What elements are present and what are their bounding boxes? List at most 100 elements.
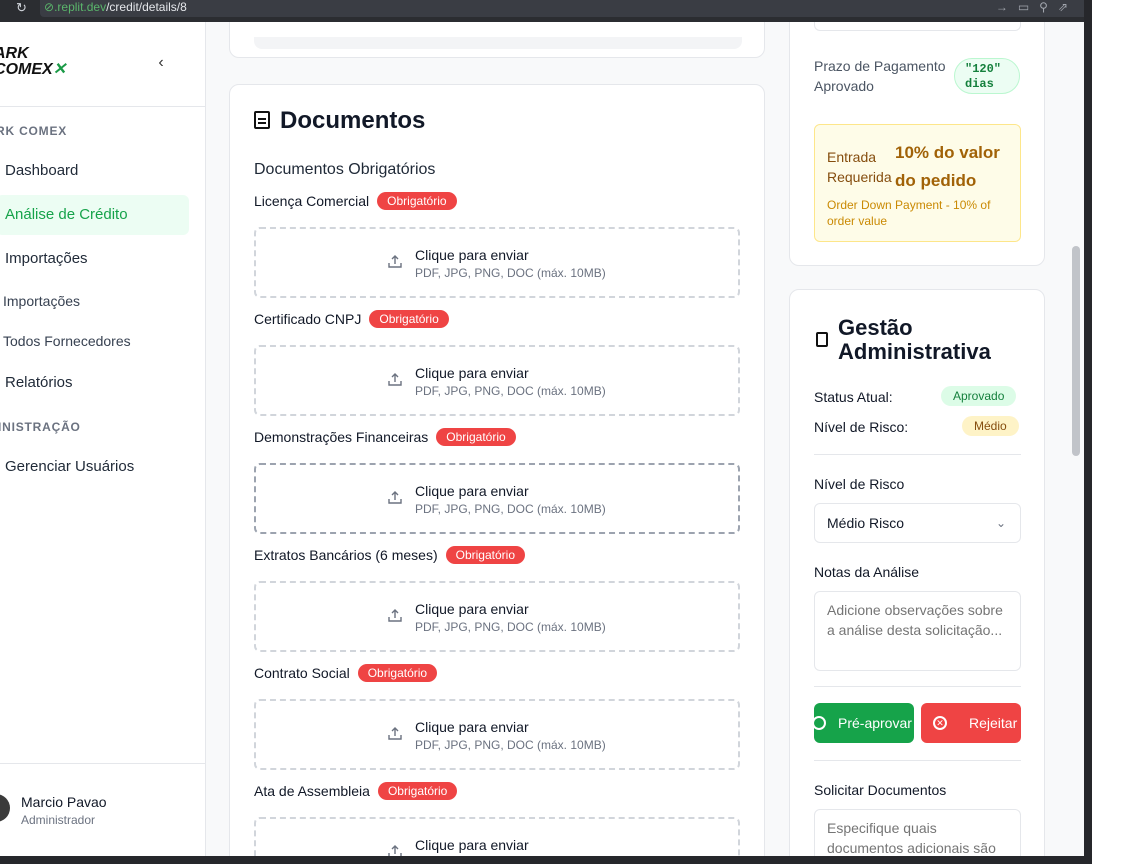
admin-section-label: INISTRAÇÃO xyxy=(0,420,81,434)
upload-dropzone[interactable]: Clique para enviar PDF, JPG, PNG, DOC (m… xyxy=(254,581,740,652)
risk-select-label: Nível de Risco xyxy=(814,476,905,492)
scrollbar-thumb[interactable] xyxy=(1072,246,1080,456)
app-root: ARK COMEX✕ ‹ RK COMEX Dashboard Análise … xyxy=(0,22,1084,856)
admin-title: Gestão Administrativa xyxy=(838,315,991,364)
required-badge: Obrigatório xyxy=(377,782,458,800)
upload-dropzone[interactable]: Clique para enviar PDF, JPG, PNG, DOC (m… xyxy=(254,817,740,856)
documents-title: Documentos xyxy=(254,107,425,135)
risk-level-select[interactable]: Médio Risco ⌄ xyxy=(814,503,1021,543)
card-field-stub xyxy=(814,22,1021,31)
upload-main-text: Clique para enviar xyxy=(415,837,529,853)
link-icon: ⊘ xyxy=(44,0,55,14)
document-label: Demonstrações Financeiras Obrigatório xyxy=(254,428,516,446)
upload-main-text: Clique para enviar xyxy=(415,483,529,499)
upload-icon xyxy=(388,609,402,622)
browser-action-icons[interactable]: →▭⚲⇗ xyxy=(996,0,1078,14)
admin-management-card: Gestão Administrativa Status Atual: Apro… xyxy=(789,289,1045,856)
logo: ARK COMEX✕ xyxy=(0,45,67,82)
document-label: Contrato Social Obrigatório xyxy=(254,664,438,682)
previous-card xyxy=(229,22,765,58)
nav-section-label: RK COMEX xyxy=(0,124,68,138)
status-label: Status Atual: xyxy=(814,389,893,405)
window-edge xyxy=(0,856,1092,864)
sidebar-item-imports[interactable]: Importações xyxy=(0,239,189,279)
avatar[interactable] xyxy=(0,794,10,822)
reload-icon[interactable]: ↻ xyxy=(16,0,27,16)
upload-icon xyxy=(388,845,402,856)
sidebar-subitem-imports[interactable]: Importações xyxy=(0,281,187,321)
url-path: /credit/details/8 xyxy=(106,0,187,14)
reject-button[interactable]: ✕ Rejeitar xyxy=(921,703,1021,743)
documents-card: Documentos Documentos Obrigatórios Licen… xyxy=(229,84,765,856)
credit-summary-card: Prazo de Pagamento Aprovado "120" dias E… xyxy=(789,22,1045,266)
notes-label: Notas da Análise xyxy=(814,564,920,580)
upload-icon xyxy=(388,255,402,268)
upload-icon xyxy=(388,491,402,504)
logo-line-2: COMEX✕ xyxy=(0,61,67,78)
required-badge: Obrigatório xyxy=(445,546,525,564)
upload-dropzone[interactable]: Clique para enviar PDF, JPG, PNG, DOC (m… xyxy=(254,227,740,298)
risk-level-label: Nível de Risco: xyxy=(814,419,909,435)
upload-icon xyxy=(388,373,402,386)
divider xyxy=(814,760,1021,761)
required-badge: Obrigatório xyxy=(377,192,457,210)
check-circle-icon xyxy=(814,716,826,730)
browser-toolbar: ↻ ⊘.replit.dev/credit/details/8 →▭⚲⇗ xyxy=(0,0,1092,22)
upload-hint-text: PDF, JPG, PNG, DOC (máx. 10MB) xyxy=(415,502,606,516)
risk-badge: Médio xyxy=(962,416,1019,436)
card-inner-panel xyxy=(254,37,742,49)
upload-main-text: Clique para enviar xyxy=(415,719,529,735)
x-circle-icon: ✕ xyxy=(933,716,947,730)
user-role: Administrador xyxy=(21,813,96,827)
risk-select-value: Médio Risco xyxy=(827,515,905,531)
request-docs-textarea[interactable] xyxy=(814,809,1021,856)
pre-approve-label: Pré-aprovar xyxy=(838,715,912,731)
document-label: Certificado CNPJ Obrigatório xyxy=(254,310,449,328)
sidebar-item-reports[interactable]: Relatórios xyxy=(0,363,189,403)
documents-subtitle: Documentos Obrigatórios xyxy=(254,161,436,178)
chevron-down-icon: ⌄ xyxy=(995,516,1006,530)
divider xyxy=(0,763,206,764)
upload-dropzone[interactable]: Clique para enviar PDF, JPG, PNG, DOC (m… xyxy=(254,463,740,534)
upload-main-text: Clique para enviar xyxy=(415,601,529,617)
sidebar-item-manage-users[interactable]: Gerenciar Usuários xyxy=(0,447,189,487)
down-payment-label: Entrada Requerida xyxy=(827,149,892,185)
required-badge: Obrigatório xyxy=(436,428,516,446)
document-icon xyxy=(816,332,828,347)
required-badge: Obrigatório xyxy=(357,664,438,682)
document-label: Licença Comercial Obrigatório xyxy=(254,192,457,210)
sidebar-subitem-suppliers[interactable]: Todos Fornecedores xyxy=(0,321,187,361)
divider xyxy=(814,454,1021,455)
upload-main-text: Clique para enviar xyxy=(415,365,529,381)
payment-term-badge: "120" dias xyxy=(954,58,1020,94)
upload-icon xyxy=(388,727,402,740)
down-payment-note: Order Down Payment - 10% of order value xyxy=(827,198,991,228)
sidebar: ARK COMEX✕ ‹ RK COMEX Dashboard Análise … xyxy=(0,22,206,856)
upload-hint-text: PDF, JPG, PNG, DOC (máx. 10MB) xyxy=(415,620,606,634)
pre-approve-button[interactable]: Pré-aprovar xyxy=(814,703,914,743)
sidebar-item-dashboard[interactable]: Dashboard xyxy=(0,151,189,191)
logo-line-1: ARK xyxy=(0,45,29,62)
document-icon xyxy=(254,111,270,129)
document-label: Extratos Bancários (6 meses) Obrigatório xyxy=(254,546,525,564)
address-bar[interactable]: ⊘.replit.dev/credit/details/8 xyxy=(40,0,1088,17)
sidebar-item-credit-analysis[interactable]: Análise de Crédito xyxy=(0,195,189,235)
upload-main-text: Clique para enviar xyxy=(415,247,529,263)
down-payment-value: 10% do valor do pedido xyxy=(895,143,1000,190)
url-host: .replit.dev xyxy=(54,0,107,14)
required-badge: Obrigatório xyxy=(369,310,449,328)
reject-label: Rejeitar xyxy=(969,715,1018,731)
upload-dropzone[interactable]: Clique para enviar PDF, JPG, PNG, DOC (m… xyxy=(254,345,740,416)
document-label: Ata de Assembleia Obrigatório xyxy=(254,782,458,800)
upload-dropzone[interactable]: Clique para enviar PDF, JPG, PNG, DOC (m… xyxy=(254,699,740,770)
upload-hint-text: PDF, JPG, PNG, DOC (máx. 10MB) xyxy=(415,384,606,398)
upload-hint-text: PDF, JPG, PNG, DOC (máx. 10MB) xyxy=(415,738,606,752)
status-badge: Aprovado xyxy=(941,386,1017,406)
divider xyxy=(814,686,1021,687)
notes-textarea[interactable] xyxy=(814,591,1021,671)
collapse-sidebar-button[interactable]: ‹ xyxy=(150,52,172,74)
request-docs-label: Solicitar Documentos xyxy=(814,782,947,798)
payment-term-label: Prazo de Pagamento Aprovado xyxy=(814,58,946,94)
divider xyxy=(0,106,206,107)
upload-hint-text: PDF, JPG, PNG, DOC (máx. 10MB) xyxy=(415,266,606,280)
